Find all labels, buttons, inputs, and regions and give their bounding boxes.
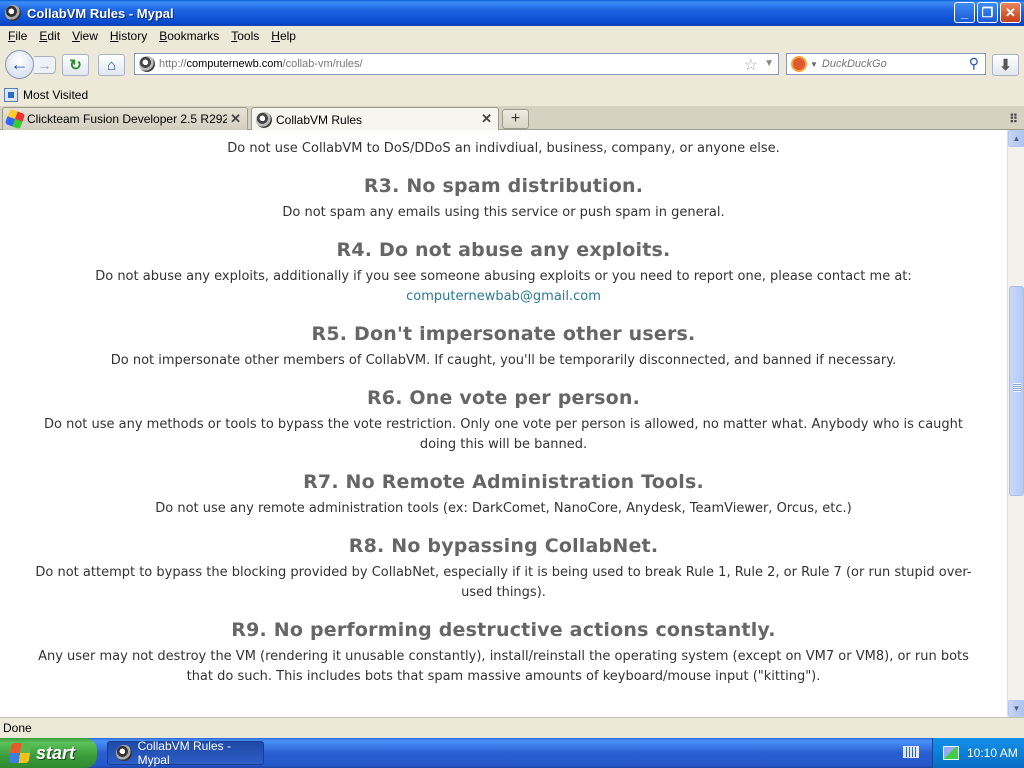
- rule-5-description: Do not impersonate other members of Coll…: [110, 353, 897, 368]
- bookmarks-toolbar: Most Visited: [0, 84, 1024, 106]
- rule-4-description: Do not abuse any exploits, additionally …: [95, 269, 912, 284]
- maximize-button[interactable]: ❐: [977, 2, 998, 23]
- menu-view-accel: V: [72, 29, 80, 43]
- duckduckgo-icon[interactable]: [791, 56, 807, 72]
- search-input[interactable]: [821, 58, 952, 70]
- new-tab-button[interactable]: +: [502, 109, 529, 129]
- reload-button[interactable]: ↻: [62, 54, 89, 76]
- menu-history-label: istory: [118, 29, 148, 43]
- mypal-app-icon: [5, 5, 21, 21]
- menu-history-accel: H: [109, 29, 119, 43]
- rule-9-title: R9. No performing destructive actions co…: [231, 619, 776, 641]
- menu-file-label: ile: [15, 29, 28, 43]
- bookmark-most-visited[interactable]: Most Visited: [23, 88, 88, 102]
- menu-help-label: elp: [279, 29, 296, 43]
- menu-view-label: iew: [79, 29, 98, 43]
- menu-view[interactable]: View: [66, 29, 104, 43]
- back-button[interactable]: ←: [5, 50, 34, 79]
- downloads-button[interactable]: ⬇: [992, 54, 1019, 76]
- status-bar: Done: [0, 717, 1024, 738]
- taskbar: start CollabVM Rules - Mypal 10:10 AM: [0, 738, 1024, 768]
- menu-edit-label: dit: [47, 29, 61, 43]
- clock[interactable]: 10:10 AM: [967, 746, 1018, 760]
- cutoff-heading: [0, 130, 1007, 134]
- url-domain: computernewb.com: [186, 58, 283, 70]
- home-button[interactable]: ⌂: [98, 54, 125, 76]
- menu-file[interactable]: File: [2, 29, 33, 43]
- url-dropdown-icon[interactable]: ▼: [764, 58, 774, 69]
- clickteam-favicon-icon: [4, 108, 26, 130]
- window-controls: _ ❐ ✕: [954, 2, 1021, 23]
- rule-7-title: R7. No Remote Administration Tools.: [303, 471, 704, 493]
- rule-8-title: R8. No bypassing CollabNet.: [348, 535, 659, 557]
- tab-bar: Clickteam Fusion Developer 2.5 R292.26 .…: [0, 106, 1024, 131]
- windows-logo-icon: [8, 743, 32, 763]
- rule-8-description: Do not attempt to bypass the blocking pr…: [35, 565, 972, 600]
- system-tray: 10:10 AM: [932, 738, 1024, 768]
- page-content[interactable]: Do not use CollabVM to DoS/DDoS an indiv…: [0, 130, 1007, 717]
- url-path: /collab-vm/rules/: [282, 58, 363, 70]
- start-label: start: [36, 742, 76, 763]
- menu-tools-label: ools: [237, 29, 260, 43]
- tab-clickteam[interactable]: Clickteam Fusion Developer 2.5 R292.26 .…: [2, 107, 248, 130]
- tab-label: CollabVM Rules: [276, 112, 363, 127]
- menu-bookmarks[interactable]: Bookmarks: [153, 29, 225, 43]
- search-engine-dropdown-icon[interactable]: ▼: [810, 60, 818, 69]
- collabvm-favicon-icon: [256, 111, 272, 128]
- taskbar-item-mypal[interactable]: CollabVM Rules - Mypal: [107, 739, 264, 767]
- rule-3-description: Do not spam any emails using this servic…: [282, 205, 725, 220]
- menu-bookmarks-label: ookmarks: [167, 29, 220, 43]
- rules-list: Do not use CollabVM to DoS/DDoS an indiv…: [0, 130, 1007, 687]
- start-button[interactable]: start: [0, 738, 97, 768]
- tab-label: Clickteam Fusion Developer 2.5 R292.26 .…: [27, 112, 227, 126]
- minimize-button[interactable]: _: [954, 2, 975, 23]
- vertical-scrollbar[interactable]: ▲ ▼: [1007, 130, 1024, 717]
- scroll-thumb[interactable]: [1009, 286, 1024, 496]
- keyboard-icon[interactable]: [903, 746, 919, 758]
- forward-button[interactable]: →: [34, 56, 56, 74]
- menu-help[interactable]: Help: [265, 29, 302, 43]
- rule-5-title: R5. Don't impersonate other users.: [311, 323, 696, 345]
- scroll-up-button[interactable]: ▲: [1008, 130, 1024, 147]
- menu-history[interactable]: History: [104, 29, 153, 43]
- scroll-down-button[interactable]: ▼: [1008, 700, 1024, 717]
- rule-2-description: Do not use CollabVM to DoS/DDoS an indiv…: [227, 141, 780, 156]
- rule-9-description: Any user may not destroy the VM (renderi…: [38, 649, 969, 684]
- menu-edit[interactable]: Edit: [33, 29, 66, 43]
- taskbar-item-label: CollabVM Rules - Mypal: [137, 739, 231, 767]
- most-visited-icon: [4, 88, 18, 102]
- contact-email-link[interactable]: computernewbab@gmail.com: [0, 287, 1007, 307]
- status-text: Done: [3, 721, 32, 735]
- url-prefix: http://: [159, 58, 187, 70]
- site-identity-icon[interactable]: [139, 56, 155, 72]
- bookmark-star-icon[interactable]: ☆: [744, 55, 758, 75]
- window-title: CollabVM Rules - Mypal: [27, 5, 174, 21]
- url-text[interactable]: http://computernewb.com/collab-vm/rules/: [159, 58, 363, 70]
- network-icon[interactable]: [943, 746, 959, 760]
- tab-collabvm-rules[interactable]: CollabVM Rules ✕: [251, 107, 499, 131]
- search-bar[interactable]: ▼ ⚲: [786, 53, 986, 75]
- title-bar[interactable]: CollabVM Rules - Mypal _ ❐ ✕: [0, 0, 1024, 26]
- url-bar[interactable]: http://computernewb.com/collab-vm/rules/…: [134, 53, 779, 75]
- mypal-task-icon: [116, 745, 132, 761]
- rule-4-title: R4. Do not abuse any exploits.: [336, 239, 671, 261]
- tab-list-icon[interactable]: ⠿: [1009, 112, 1018, 126]
- menu-help-accel: H: [271, 29, 280, 43]
- menu-tools[interactable]: Tools: [225, 29, 265, 43]
- search-icon[interactable]: ⚲: [969, 55, 979, 72]
- rule-7-description: Do not use any remote administration too…: [155, 501, 852, 516]
- rule-6-description: Do not use any methods or tools to bypas…: [43, 417, 963, 452]
- menu-bar: File Edit View History Bookmarks Tools H…: [0, 26, 1024, 46]
- tab-close-icon[interactable]: ✕: [481, 111, 492, 127]
- rule-6-title: R6. One vote per person.: [366, 387, 641, 409]
- rule-3-title: R3. No spam distribution.: [363, 175, 644, 197]
- close-button[interactable]: ✕: [1000, 2, 1021, 23]
- tab-close-icon[interactable]: ✕: [230, 111, 241, 127]
